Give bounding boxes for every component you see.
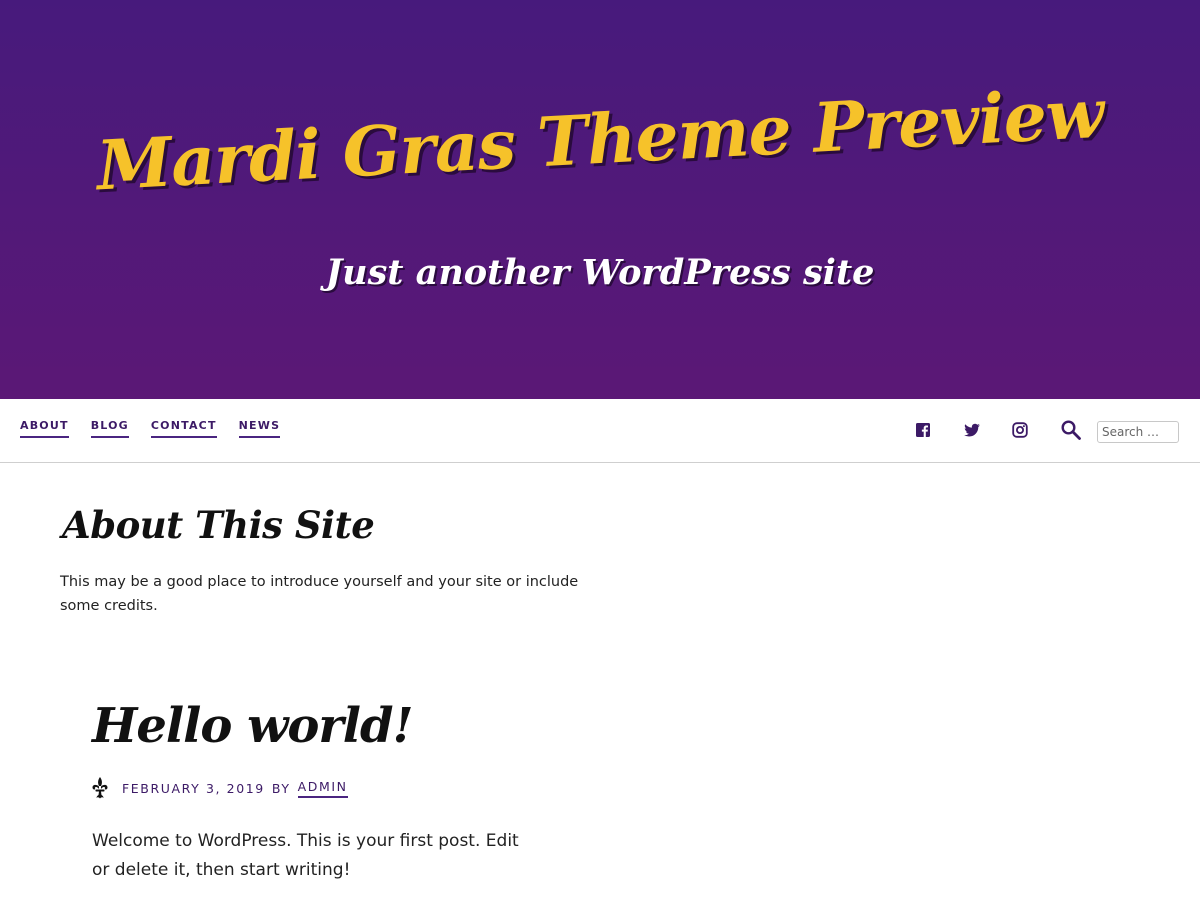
search-icon[interactable] (1060, 419, 1082, 441)
instagram-icon[interactable] (1011, 421, 1029, 439)
twitter-icon[interactable] (963, 421, 981, 439)
site-description: Just another WordPress site (325, 252, 875, 293)
menu-item-about[interactable]: ABOUT (20, 419, 69, 438)
post-title[interactable]: Hello world! (92, 698, 414, 754)
site-header: Mardi Gras Theme Preview Just another Wo… (0, 0, 1200, 399)
facebook-icon[interactable] (914, 421, 932, 439)
post-meta: FEBRUARY 3, 2019 BY ADMIN (90, 776, 348, 800)
widget-title: About This Site (62, 503, 375, 547)
menu-item-blog[interactable]: BLOG (90, 419, 129, 438)
post-content: Welcome to WordPress. This is your first… (92, 831, 519, 880)
post-date[interactable]: FEBRUARY 3, 2019 (122, 781, 265, 796)
primary-menu: ABOUT BLOG CONTACT NEWS (20, 419, 281, 438)
widget-text: This may be a good place to introduce yo… (60, 574, 579, 614)
menu-item-news[interactable]: NEWS (238, 419, 281, 438)
main-navigation: ABOUT BLOG CONTACT NEWS (0, 399, 1200, 463)
search-input[interactable] (1097, 421, 1179, 443)
social-links (914, 421, 1029, 439)
site-title[interactable]: Mardi Gras Theme Preview (0, 69, 1200, 212)
post-byline-label: BY (271, 780, 291, 796)
post-author-link[interactable]: ADMIN (297, 779, 348, 798)
fleur-de-lis-icon (90, 776, 110, 800)
menu-item-contact[interactable]: CONTACT (150, 419, 217, 438)
